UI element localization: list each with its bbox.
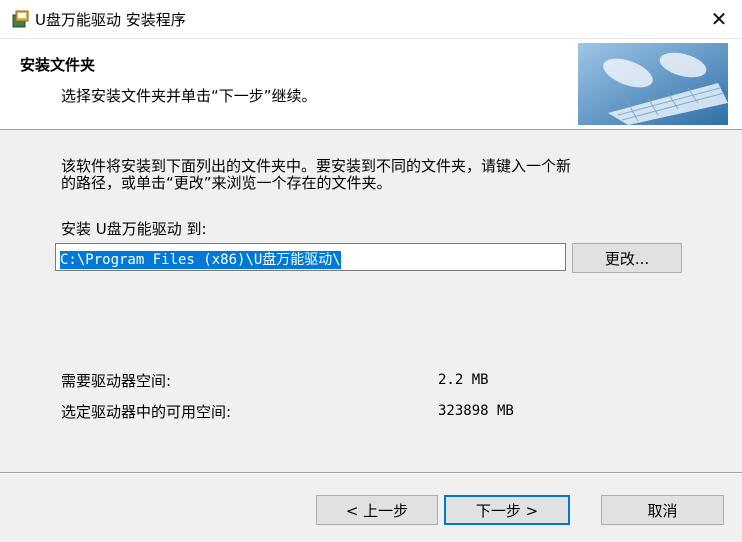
header-panel: 安装文件夹 选择安装文件夹并单击“下一步”继续。 [0, 39, 742, 130]
description-line-1: 该软件将安装到下面列出的文件夹中。要安装到不同的文件夹，请键入一个新 [61, 157, 572, 175]
close-icon: ✕ [710, 7, 728, 31]
required-space-value: 2.2 MB [438, 372, 489, 388]
window-title: U盘万能驱动 安装程序 [35, 11, 186, 29]
installer-app-icon [12, 10, 29, 28]
page-title: 安装文件夹 [20, 56, 96, 74]
install-description: 该软件将安装到下面列出的文件夹中。要安装到不同的文件夹，请键入一个新 的路径，或… [61, 158, 701, 192]
required-space-label: 需要驱动器空间: [61, 372, 172, 390]
available-space-value: 323898 MB [438, 403, 514, 419]
title-bar: U盘万能驱动 安装程序 ✕ [0, 0, 742, 39]
page-subtitle: 选择安装文件夹并单击“下一步”继续。 [61, 87, 317, 105]
cancel-button[interactable]: 取消 [601, 495, 724, 525]
install-path-input[interactable]: C:\Program Files (x86)\U盘万能驱动\ [55, 243, 566, 271]
description-line-2: 的路径，或单击“更改”来浏览一个存在的文件夹。 [61, 174, 392, 192]
install-to-label: 安装 U盘万能驱动 到: [61, 220, 207, 238]
change-folder-button[interactable]: 更改... [572, 243, 682, 273]
install-path-text: C:\Program Files (x86)\U盘万能驱动\ [60, 251, 341, 269]
footer-divider [0, 472, 742, 474]
keyboard-banner-image [578, 43, 728, 125]
close-button[interactable]: ✕ [696, 0, 742, 38]
available-space-label: 选定驱动器中的可用空间: [61, 403, 232, 421]
next-button[interactable]: 下一步 > [444, 495, 570, 525]
back-button[interactable]: < 上一步 [316, 495, 438, 525]
